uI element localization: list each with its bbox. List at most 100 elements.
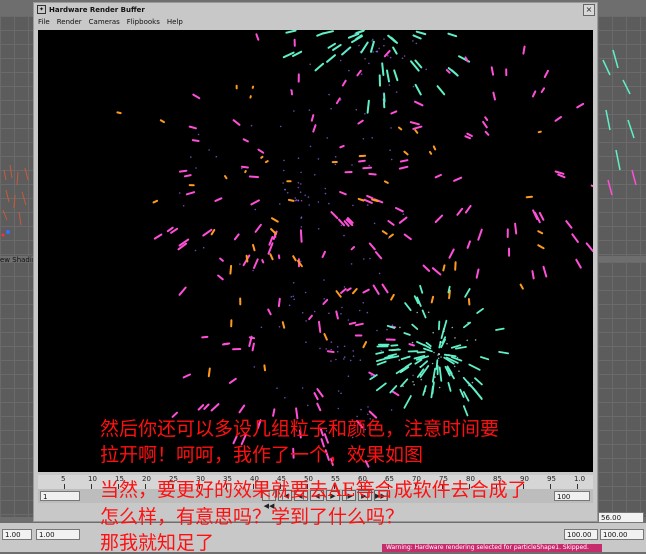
firework-ember <box>440 356 442 358</box>
window-titlebar[interactable]: ✦ Hardware Render Buffer <box>34 3 597 16</box>
close-button[interactable]: × <box>583 4 595 16</box>
menu-help[interactable]: Help <box>167 18 183 26</box>
firework-spark <box>244 139 248 141</box>
end-time-field[interactable]: 100.00 <box>600 529 644 540</box>
firework-ember <box>198 134 200 136</box>
firework-spark <box>251 200 259 204</box>
firework-ember <box>437 354 439 356</box>
menu-render[interactable]: Render <box>57 18 82 26</box>
firework-spark <box>376 352 383 354</box>
firework-spark <box>404 396 411 408</box>
range-start-field[interactable]: 1 <box>40 491 80 501</box>
firework-ember <box>300 172 302 174</box>
firework-ember <box>344 286 346 288</box>
firework-ember <box>325 348 327 350</box>
firework-spark <box>544 267 547 277</box>
window-title: Hardware Render Buffer <box>49 6 145 14</box>
firework-ember <box>457 357 459 359</box>
firework-spark <box>412 325 417 329</box>
firework-ember <box>346 49 348 51</box>
firework-ember <box>359 310 361 312</box>
firework-spark <box>374 286 379 294</box>
firework-ember <box>348 319 350 321</box>
firework-ember <box>416 312 418 314</box>
firework-ember <box>432 363 434 365</box>
firework-spark <box>402 357 410 360</box>
firework-spark <box>411 122 419 124</box>
firework-ember <box>383 45 385 47</box>
firework-ember <box>280 126 282 128</box>
firework-spark <box>587 243 593 251</box>
start-time-field[interactable]: 1.00 <box>2 529 32 540</box>
firework-ember <box>454 366 456 368</box>
firework-spark <box>533 91 535 96</box>
firework-spark <box>234 120 240 125</box>
firework-ember <box>424 390 426 392</box>
firework-spark <box>230 266 231 274</box>
right-viewport-particles <box>598 20 646 220</box>
firework-spark <box>242 167 248 168</box>
firework-ember <box>251 125 253 127</box>
firework-ember <box>295 200 297 202</box>
firework-spark <box>204 405 208 409</box>
firework-spark <box>230 379 236 383</box>
firework-spark <box>329 44 336 48</box>
time-tick-label: 10 <box>88 475 97 483</box>
firework-spark <box>271 229 276 234</box>
firework-spark <box>416 85 421 95</box>
firework-spark <box>363 342 366 347</box>
firework-ember <box>364 58 366 60</box>
firework-ember <box>340 60 342 62</box>
firework-spark <box>315 393 318 399</box>
firework-ember <box>239 263 241 265</box>
firework-spark <box>240 406 245 413</box>
firework-spark <box>225 176 227 178</box>
firework-ember <box>367 204 369 206</box>
firework-spark <box>268 310 271 315</box>
firework-spark <box>405 303 411 310</box>
menu-file[interactable]: File <box>38 18 50 26</box>
firework-spark <box>417 342 425 345</box>
firework-ember <box>318 201 320 203</box>
firework-ember <box>355 33 357 35</box>
menu-cameras[interactable]: Cameras <box>89 18 120 26</box>
firework-ember <box>289 305 291 307</box>
playback-start-field[interactable]: 1.00 <box>36 529 80 540</box>
firework-spark <box>363 168 371 169</box>
firework-spark <box>391 295 394 300</box>
firework-spark <box>331 212 337 218</box>
firework-ember <box>368 165 370 167</box>
firework-spark <box>286 31 295 33</box>
firework-spark <box>477 270 479 278</box>
firework-ember <box>371 40 373 42</box>
firework-spark <box>262 260 263 262</box>
playback-end-field[interactable]: 100.00 <box>564 529 598 540</box>
current-frame-field[interactable]: 56.00 <box>598 512 644 523</box>
firework-spark <box>538 231 542 233</box>
firework-spark <box>270 254 272 259</box>
firework-spark <box>436 216 442 222</box>
range-end-field[interactable]: 100 <box>554 491 590 501</box>
firework-spark <box>154 201 158 203</box>
firework-spark <box>347 288 351 290</box>
time-tick-mark <box>91 484 92 489</box>
firework-spark <box>218 276 223 280</box>
firework-spark <box>404 333 410 335</box>
menu-flipbooks[interactable]: Flipbooks <box>127 18 160 26</box>
firework-ember <box>446 343 448 345</box>
firework-ember <box>420 374 422 376</box>
firework-spark <box>349 34 359 38</box>
firework-spark <box>417 32 426 34</box>
firework-ember <box>353 355 355 357</box>
firework-spark <box>445 355 456 357</box>
firework-spark <box>209 369 210 377</box>
fireworks-render <box>38 30 593 472</box>
firework-spark <box>477 309 483 313</box>
firework-spark <box>357 71 360 76</box>
firework-ember <box>454 337 456 339</box>
firework-ember <box>325 193 327 195</box>
firework-ember <box>335 156 337 158</box>
firework-ember <box>308 196 310 198</box>
firework-spark <box>369 373 374 376</box>
firework-ember <box>284 189 286 191</box>
